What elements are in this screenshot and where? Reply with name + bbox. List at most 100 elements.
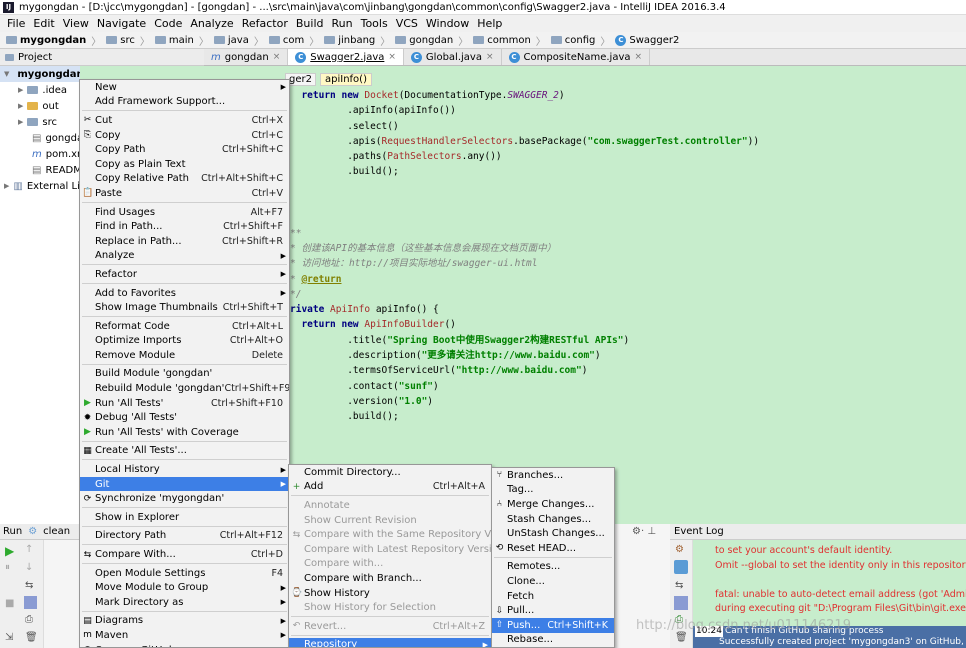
chevron-right-icon[interactable]: ▶ bbox=[18, 86, 23, 94]
menu-item-find-in-path[interactable]: Find in Path... Ctrl+Shift+F bbox=[80, 219, 289, 234]
menu-code[interactable]: Code bbox=[150, 17, 186, 30]
menu-item-diagrams[interactable]: ▤ Diagrams ▶ bbox=[80, 614, 289, 629]
menu-item-fetch[interactable]: Fetch bbox=[492, 589, 614, 604]
tree-item[interactable]: ▶ .idea bbox=[0, 82, 80, 98]
menu-item-show-in-explorer[interactable]: Show in Explorer bbox=[80, 510, 289, 525]
menu-analyze[interactable]: Analyze bbox=[186, 17, 237, 30]
menu-item-show-image-thumbnails[interactable]: Show Image Thumbnails Ctrl+Shift+T bbox=[80, 300, 289, 315]
menu-item-clone[interactable]: Clone... bbox=[492, 574, 614, 589]
menu-item-open-module-settings[interactable]: Open Module Settings F4 bbox=[80, 566, 289, 581]
breadcrumb-item[interactable]: com bbox=[268, 35, 304, 46]
tree-item[interactable]: ▤gongdan bbox=[0, 130, 80, 146]
chevron-right-icon[interactable]: ▶ bbox=[18, 118, 23, 126]
project-view-label[interactable]: Project bbox=[18, 52, 52, 63]
tree-item[interactable]: ▶ ▥External Libr bbox=[0, 178, 80, 194]
menu-item-refactor[interactable]: Refactor ▶ bbox=[80, 267, 289, 282]
menu-item-open-on-github[interactable]: ●Open on GitHub bbox=[80, 643, 289, 647]
chevron-right-icon[interactable]: ▶ bbox=[18, 102, 23, 110]
menu-item-push[interactable]: ⇧ Push... Ctrl+Shift+K bbox=[492, 617, 614, 633]
menu-item-add-framework-support[interactable]: Add Framework Support... bbox=[80, 95, 289, 110]
menu-item-find-usages[interactable]: Find Usages Alt+F7 bbox=[80, 205, 289, 220]
menu-tools[interactable]: Tools bbox=[357, 17, 392, 30]
menu-item-directory-path[interactable]: Directory Path Ctrl+Alt+F12 bbox=[80, 529, 289, 544]
wrap-icon[interactable]: ⇆ bbox=[25, 580, 33, 591]
close-icon[interactable]: × bbox=[486, 52, 494, 62]
tab-global-java[interactable]: C Global.java × bbox=[404, 49, 502, 65]
menu-item-new[interactable]: New ▶ bbox=[80, 80, 289, 95]
menu-refactor[interactable]: Refactor bbox=[238, 17, 292, 30]
menu-item-rebase[interactable]: Rebase... bbox=[492, 633, 614, 647]
menu-item-copy-relative-path[interactable]: Copy Relative Path Ctrl+Alt+Shift+C bbox=[80, 172, 289, 187]
close-icon[interactable]: × bbox=[635, 52, 643, 62]
menu-help[interactable]: Help bbox=[473, 17, 506, 30]
menu-item-analyze[interactable]: Analyze ▶ bbox=[80, 249, 289, 264]
menu-item-add[interactable]: + Add Ctrl+Alt+A bbox=[289, 480, 491, 495]
breadcrumb-item[interactable]: src bbox=[106, 35, 135, 46]
menu-item-remotes[interactable]: Remotes... bbox=[492, 560, 614, 575]
breadcrumb-item[interactable]: gongdan bbox=[395, 35, 453, 46]
close-icon[interactable]: × bbox=[388, 52, 396, 62]
menu-window[interactable]: Window bbox=[422, 17, 473, 30]
menu-item-merge-changes[interactable]: ⑃ Merge Changes... bbox=[492, 497, 614, 512]
pin-icon[interactable]: ⇲ bbox=[5, 632, 13, 643]
tree-item[interactable]: ▤README bbox=[0, 162, 80, 178]
menu-item-run-all-tests-with-coverage[interactable]: ▶ Run 'All Tests' with Coverage bbox=[80, 425, 289, 440]
run-config-label[interactable]: clean bbox=[43, 526, 70, 537]
breadcrumb-item[interactable]: mygongdan bbox=[6, 35, 86, 46]
menu-item-tag[interactable]: Tag... bbox=[492, 483, 614, 498]
tree-item[interactable]: ▶ src bbox=[0, 114, 80, 130]
breadcrumb-item[interactable]: config bbox=[550, 35, 595, 46]
run-panel-label[interactable]: Run bbox=[3, 526, 22, 537]
stop-icon[interactable]: ■ bbox=[5, 598, 14, 609]
chevron-down-icon[interactable]: ▼ bbox=[4, 70, 9, 78]
menu-view[interactable]: View bbox=[59, 17, 93, 30]
menu-vcs[interactable]: VCS bbox=[392, 17, 422, 30]
scroll-to-end-icon[interactable] bbox=[24, 596, 37, 609]
menu-item-maven[interactable]: m Maven ▶ bbox=[80, 628, 289, 643]
rerun-icon[interactable]: ▶ bbox=[5, 544, 14, 558]
editor-breadcrumb-method[interactable]: apiInfo() bbox=[319, 73, 372, 86]
menu-file[interactable]: File bbox=[3, 17, 29, 30]
breadcrumb-item[interactable]: common bbox=[473, 35, 531, 46]
menu-item-build-module-gongdan[interactable]: Build Module 'gongdan' bbox=[80, 367, 289, 382]
tab-swagger2-java[interactable]: C Swagger2.java × bbox=[288, 49, 404, 65]
event-log-title[interactable]: Event Log bbox=[674, 526, 724, 537]
mark-read-icon[interactable] bbox=[674, 560, 688, 574]
menu-item-compare-with-branch[interactable]: Compare with Branch... bbox=[289, 571, 491, 586]
menu-item-copy-path[interactable]: Copy Path Ctrl+Shift+C bbox=[80, 142, 289, 157]
tree-item[interactable]: ▶ out bbox=[0, 98, 80, 114]
menu-item-mark-directory-as[interactable]: Mark Directory as ▶ bbox=[80, 595, 289, 610]
menu-run[interactable]: Run bbox=[328, 17, 357, 30]
menu-item-local-history[interactable]: Local History ▶ bbox=[80, 462, 289, 477]
pause-icon[interactable]: ⏸ bbox=[5, 562, 10, 573]
trash-icon[interactable]: 🗑 bbox=[675, 632, 688, 643]
up-arrow-icon[interactable]: ↑ bbox=[25, 544, 33, 555]
menu-item-stash-changes[interactable]: Stash Changes... bbox=[492, 512, 614, 527]
menu-item-pull[interactable]: ⇩ Pull... bbox=[492, 603, 614, 618]
menu-item-git[interactable]: Git ▶ bbox=[80, 476, 289, 492]
menu-edit[interactable]: Edit bbox=[29, 17, 58, 30]
menu-item-cut[interactable]: ✂ Cut Ctrl+X bbox=[80, 113, 289, 128]
wrap-icon[interactable]: ⇆ bbox=[675, 580, 683, 591]
menu-item-optimize-imports[interactable]: Optimize Imports Ctrl+Alt+O bbox=[80, 334, 289, 349]
tree-item[interactable]: ▼mygongdan [gongdan]D:\jcc\mygongdan bbox=[0, 66, 80, 82]
menu-item-replace-in-path[interactable]: Replace in Path... Ctrl+Shift+R bbox=[80, 234, 289, 249]
menu-item-copy-as-plain-text[interactable]: Copy as Plain Text bbox=[80, 157, 289, 172]
breadcrumb-item[interactable]: java bbox=[213, 35, 249, 46]
menu-item-unstash-changes[interactable]: UnStash Changes... bbox=[492, 526, 614, 541]
menu-item-branches[interactable]: ⑂ Branches... bbox=[492, 468, 614, 483]
breadcrumb-item[interactable]: main bbox=[154, 35, 194, 46]
menu-item-remove-module[interactable]: Remove Module Delete bbox=[80, 348, 289, 363]
menu-item-synchronize-mygongdan[interactable]: ⟳ Synchronize 'mygongdan' bbox=[80, 491, 289, 506]
menu-item-create-all-tests[interactable]: ▦ Create 'All Tests'... bbox=[80, 444, 289, 459]
scroll-to-end-icon[interactable] bbox=[674, 596, 688, 610]
menu-item-add-to-favorites[interactable]: Add to Favorites ▶ bbox=[80, 286, 289, 301]
menu-item-run-all-tests[interactable]: ▶ Run 'All Tests' Ctrl+Shift+F10 bbox=[80, 396, 289, 411]
chevron-right-icon[interactable]: ▶ bbox=[4, 182, 9, 190]
breadcrumb-item[interactable]: jinbang bbox=[324, 35, 375, 46]
breadcrumb-item[interactable]: C Swagger2 bbox=[615, 34, 679, 46]
menu-item-move-module-to-group[interactable]: Move Module to Group ▶ bbox=[80, 580, 289, 595]
menu-item-rebuild-module-gongdan[interactable]: Rebuild Module 'gongdan' Ctrl+Shift+F9 bbox=[80, 381, 289, 396]
settings-icon[interactable]: ⚙ bbox=[675, 544, 684, 555]
trash-icon[interactable]: 🗑 bbox=[25, 632, 38, 643]
